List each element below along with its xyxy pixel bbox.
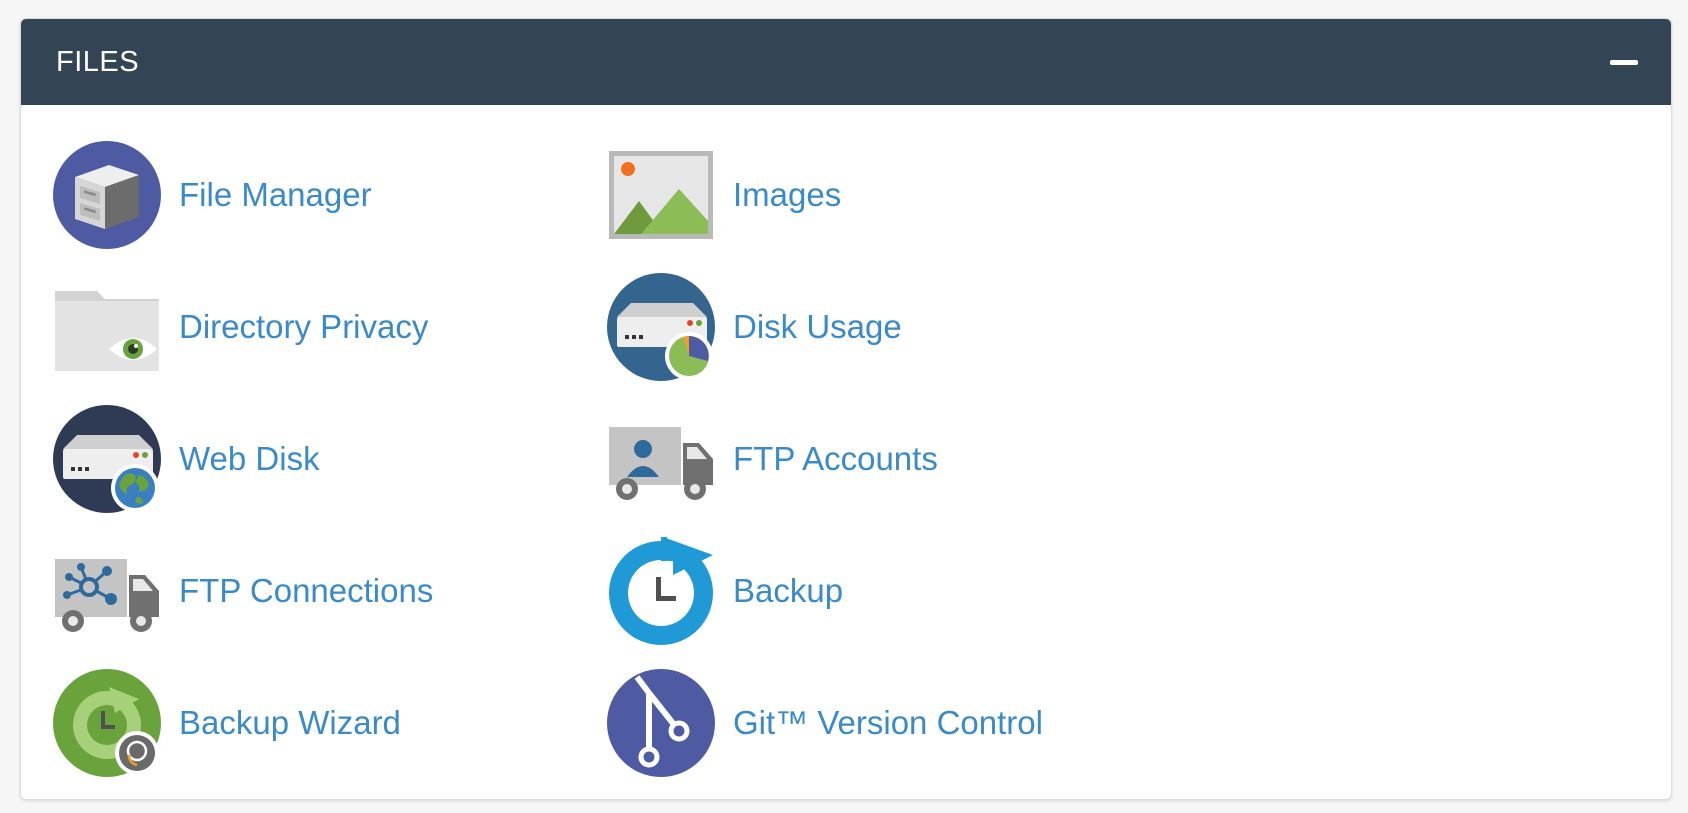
disk-usage-icon xyxy=(607,273,715,381)
backup-wizard-icon xyxy=(53,669,161,777)
minus-icon xyxy=(1610,59,1638,65)
images-label: Images xyxy=(733,176,842,213)
backup-wizard-link[interactable]: Backup Wizard xyxy=(53,668,401,778)
web-disk-icon xyxy=(53,405,161,513)
ftp-connections-label: FTP Connections xyxy=(179,572,434,609)
disk-usage-link[interactable]: Disk Usage xyxy=(607,272,902,382)
git-version-control-label: Git™ Version Control xyxy=(733,704,1043,741)
backup-label: Backup xyxy=(733,572,844,609)
file-manager-link[interactable]: File Manager xyxy=(53,140,372,250)
directory-privacy-label: Directory Privacy xyxy=(179,308,429,345)
disk-usage-label: Disk Usage xyxy=(733,308,902,345)
backup-wizard-label: Backup Wizard xyxy=(179,704,401,741)
web-disk-link[interactable]: Web Disk xyxy=(53,404,320,514)
git-version-control-icon xyxy=(607,669,715,777)
web-disk-label: Web Disk xyxy=(179,440,320,477)
ftp-accounts-link[interactable]: FTP Accounts xyxy=(607,404,938,514)
ftp-connections-icon xyxy=(53,537,161,645)
ftp-accounts-icon xyxy=(607,405,715,513)
backup-link[interactable]: Backup xyxy=(607,536,843,646)
file-manager-label: File Manager xyxy=(179,176,372,213)
directory-privacy-icon xyxy=(53,273,161,381)
file-manager-icon xyxy=(53,141,161,249)
collapse-button[interactable] xyxy=(1609,47,1639,77)
directory-privacy-link[interactable]: Directory Privacy xyxy=(53,272,428,382)
files-panel: FILES File Manager Images Directory Priv… xyxy=(20,18,1672,800)
backup-icon xyxy=(607,537,715,645)
panel-header[interactable]: FILES xyxy=(21,19,1671,105)
git-version-control-link[interactable]: Git™ Version Control xyxy=(607,668,1043,778)
ftp-accounts-label: FTP Accounts xyxy=(733,440,938,477)
ftp-connections-link[interactable]: FTP Connections xyxy=(53,536,433,646)
panel-title: FILES xyxy=(56,45,140,78)
images-icon xyxy=(607,141,715,249)
images-link[interactable]: Images xyxy=(607,140,841,250)
